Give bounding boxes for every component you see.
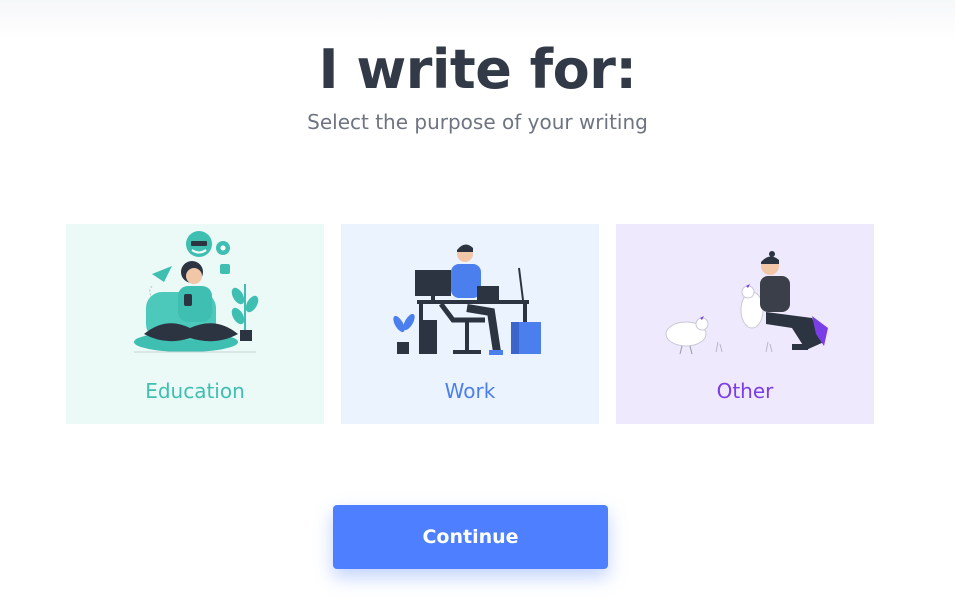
option-label-other: Other: [716, 379, 774, 403]
option-card-education[interactable]: Education: [66, 224, 324, 424]
top-gradient: [0, 0, 955, 40]
page-subtitle: Select the purpose of your writing: [307, 110, 648, 134]
option-card-other[interactable]: Other: [616, 224, 874, 424]
option-label-work: Work: [444, 379, 496, 403]
person-with-chickens-illustration: [665, 251, 828, 355]
person-with-phone-illustration: [134, 231, 259, 353]
continue-button[interactable]: Continue: [333, 505, 608, 569]
option-card-work[interactable]: Work: [341, 224, 599, 424]
person-at-desk-illustration: [393, 244, 541, 355]
option-label-education: Education: [145, 379, 245, 403]
page-title: I write for:: [318, 38, 637, 101]
